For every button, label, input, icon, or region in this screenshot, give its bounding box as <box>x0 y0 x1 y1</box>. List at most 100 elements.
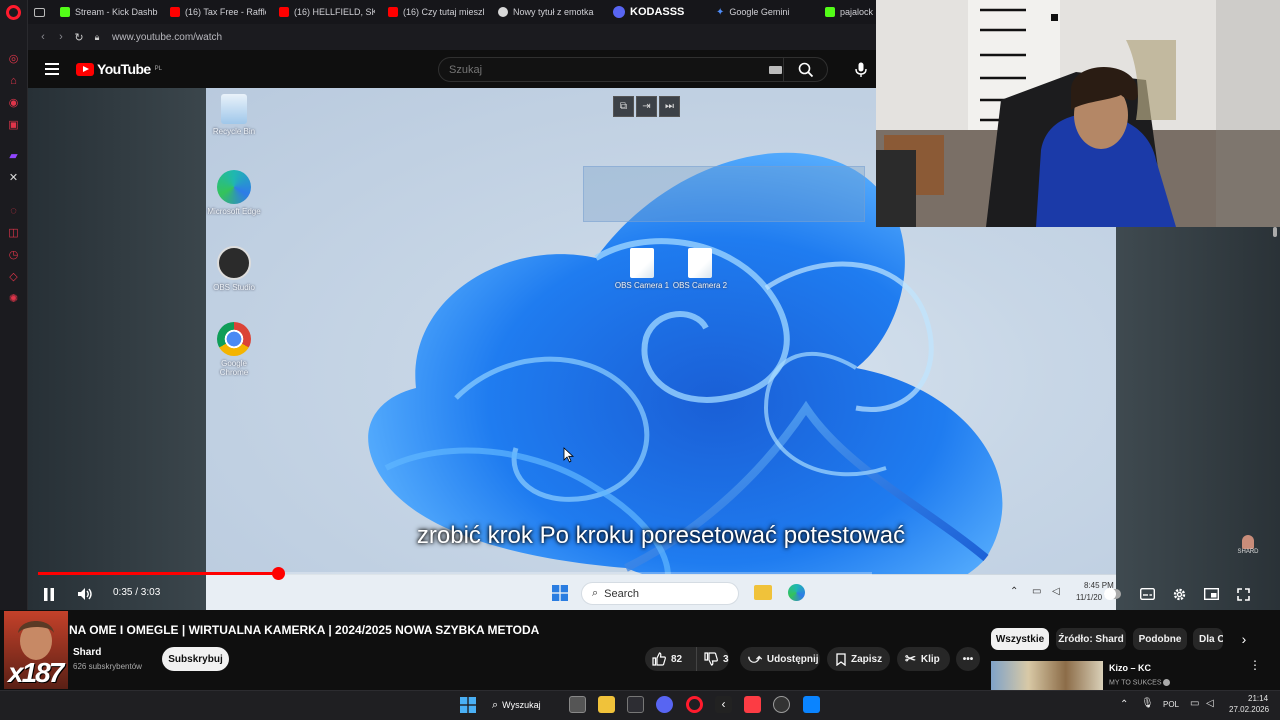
terminal-icon[interactable] <box>627 696 644 713</box>
taskbar-search-button[interactable]: ⌕ Wyszukaj <box>492 697 541 713</box>
x-icon[interactable]: ✕ <box>7 172 20 185</box>
search-button[interactable] <box>783 57 827 82</box>
globe-icon <box>498 7 508 17</box>
lock-icon[interactable]: ⌂ <box>7 75 20 88</box>
twitch-icon[interactable]: ▰ <box>7 150 20 163</box>
tab-overview-icon[interactable] <box>34 3 54 21</box>
tab-new-title[interactable]: Nowy tytuł z emotka <box>498 3 596 21</box>
autoplay-toggle[interactable] <box>1103 584 1121 604</box>
messenger-icon[interactable]: ◉ <box>7 97 20 110</box>
skip-icon[interactable]: ⏭︎ <box>659 96 680 117</box>
bookmark-icon[interactable]: ◇ <box>7 271 20 284</box>
kick-icon <box>60 7 70 17</box>
chip-source-shard[interactable]: Źródło: Shard <box>1056 628 1126 650</box>
url-field[interactable]: www.youtube.com/watch <box>112 32 222 43</box>
search-icon: ⌕ <box>492 698 499 711</box>
save-button[interactable]: Zapisz <box>827 647 890 671</box>
pause-icon <box>44 587 54 601</box>
search-input[interactable] <box>449 63 749 76</box>
dislike-button[interactable]: 3 <box>697 652 729 666</box>
channel-watermark[interactable]: SHARD <box>1236 535 1260 555</box>
language-indicator[interactable]: POL <box>1163 700 1179 709</box>
search-icon <box>798 62 813 77</box>
tab-youtube-2[interactable]: (16) HELLFIELD, SKO <box>279 3 375 21</box>
tab-kick[interactable]: Stream - Kick Dashb <box>60 3 158 21</box>
network-icon[interactable]: ▭ <box>1190 698 1199 709</box>
keyboard-icon[interactable] <box>769 65 782 74</box>
tab-discord[interactable]: KODASSS <box>613 3 713 21</box>
volume-button[interactable] <box>75 584 95 604</box>
taskbar-date[interactable]: 27.02.2026 <box>1229 705 1269 714</box>
share-button[interactable]: ⤻ Udostępnij <box>740 647 820 671</box>
tab-youtube-1[interactable]: (16) Tax Free - Raffle <box>170 3 266 21</box>
lock-icon: 🔒︎ <box>94 31 100 42</box>
more-vertical-icon[interactable]: ⋮ <box>1249 659 1261 671</box>
like-dislike-group: 82 3 <box>645 647 729 671</box>
settings-button[interactable] <box>1170 584 1188 604</box>
windows-start-icon[interactable] <box>460 697 476 713</box>
history-icon[interactable]: ◷ <box>7 249 20 262</box>
chip-all[interactable]: Wszystkie <box>991 628 1049 650</box>
page-scrollbar[interactable] <box>1273 227 1277 237</box>
taskbar-time[interactable]: 21:14 <box>1248 694 1268 703</box>
network-icon: ▭ <box>1032 586 1042 597</box>
menu-icon[interactable] <box>45 63 59 75</box>
tab-youtube-3[interactable]: (16) Czy tutaj mieszk <box>388 3 484 21</box>
recommendation-thumbnail[interactable] <box>991 661 1103 690</box>
fullscreen-button[interactable] <box>1234 584 1252 604</box>
chrome-icon <box>217 322 251 356</box>
player-icon[interactable]: ◌ <box>7 205 20 218</box>
bookmark-icon <box>836 652 846 666</box>
opera-logo-icon[interactable] <box>6 5 21 20</box>
channel-name[interactable]: Shard <box>73 647 101 658</box>
chip-for-you[interactable]: Dla C <box>1193 628 1223 650</box>
app-blue-icon[interactable] <box>803 696 820 713</box>
progress-scrubber[interactable] <box>272 567 285 580</box>
clip-button[interactable]: ✂ Klip <box>897 647 950 671</box>
tray-chevron-icon: ⌃ <box>1010 586 1019 597</box>
chip-similar[interactable]: Podobne <box>1133 628 1187 650</box>
microphone-tray-icon[interactable]: 🎙︎ <box>1141 698 1154 709</box>
opera-gx-icon[interactable] <box>686 696 703 713</box>
file-explorer-icon[interactable] <box>598 696 615 713</box>
obs-icon <box>217 246 251 280</box>
miniplayer-button[interactable] <box>1202 584 1220 604</box>
forward-icon[interactable]: › <box>52 31 70 43</box>
exit-icon[interactable]: ⇥ <box>636 96 657 117</box>
wallet-icon[interactable]: ◫ <box>7 227 20 240</box>
discord-icon[interactable] <box>656 696 673 713</box>
progress-bar[interactable] <box>38 567 872 580</box>
back-icon[interactable]: ‹ <box>34 31 52 43</box>
settings-icon[interactable]: ✺ <box>7 293 20 306</box>
video-win-search: ⌕ Search <box>581 582 739 605</box>
recycle-bin-icon <box>221 94 247 124</box>
volume-icon: ◁ <box>1052 586 1060 597</box>
chevron-right-icon[interactable]: › <box>1236 631 1252 647</box>
subtitles-button[interactable] <box>1138 584 1156 604</box>
speaker-icon[interactable]: ◁ <box>1206 698 1214 709</box>
like-button[interactable]: 82 <box>645 647 697 671</box>
tab-kick-2[interactable]: pajalock S <box>825 3 877 21</box>
youtube-logo[interactable]: YouTube PL <box>76 61 162 77</box>
music-icon[interactable] <box>744 696 761 713</box>
instagram-icon[interactable]: ▣ <box>7 119 20 132</box>
tab-gemini[interactable]: ✦ Google Gemini <box>716 3 816 21</box>
webcam-overlay <box>876 0 1280 227</box>
reload-icon[interactable]: ↻ <box>70 31 88 44</box>
kick-app-icon[interactable]: ‹ <box>715 696 732 713</box>
recommendation-channel: MY TO SUKCES <box>1109 679 1171 686</box>
search-icon: ⌕ <box>592 587 599 599</box>
subscribe-button[interactable]: Subskrybuj <box>162 647 229 671</box>
voice-search-button[interactable] <box>850 59 872 81</box>
kick-icon <box>825 7 835 17</box>
copy-icon[interactable]: ⧉ <box>613 96 634 117</box>
tray-overflow-icon[interactable]: ⌃ <box>1120 699 1128 710</box>
more-actions-button[interactable]: ••• <box>956 647 980 671</box>
task-view-icon[interactable] <box>569 696 586 713</box>
desktop-icon-chrome: Google Chrome <box>206 322 262 377</box>
bag-icon[interactable]: ◎ <box>7 53 20 66</box>
youtube-icon <box>170 7 180 17</box>
app-icon[interactable] <box>773 696 790 713</box>
recommendation-title[interactable]: Kizo – KC <box>1109 663 1151 673</box>
pause-button[interactable] <box>40 584 58 604</box>
